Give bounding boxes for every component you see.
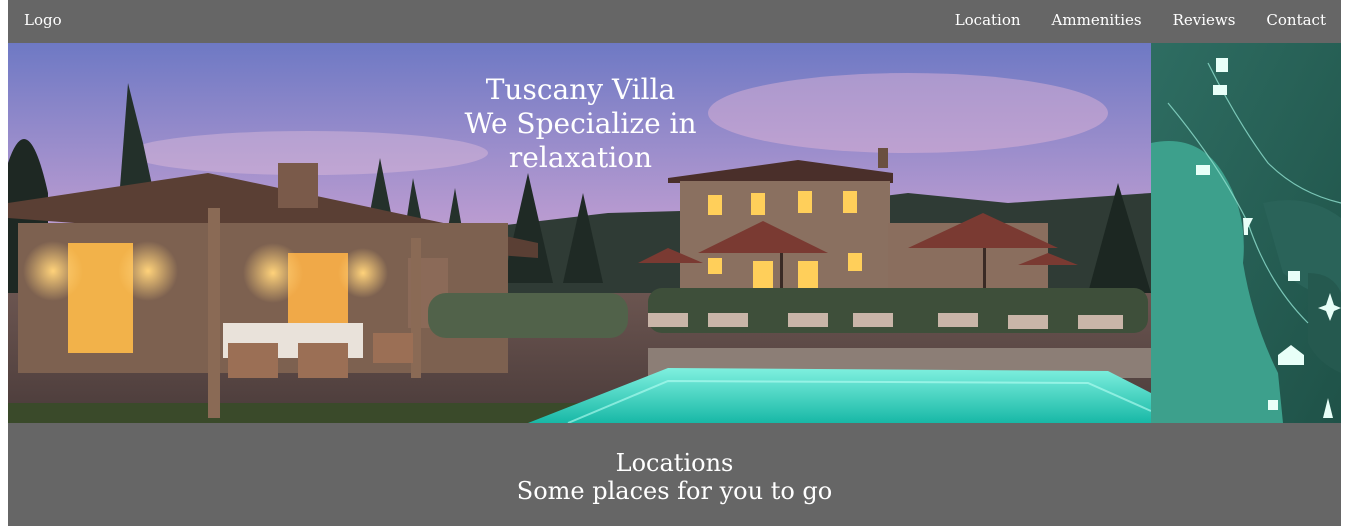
nav-link-reviews[interactable]: Reviews bbox=[1173, 11, 1236, 29]
hero-title: Tuscany Villa bbox=[485, 73, 676, 106]
hero-text: Tuscany Villa We Specialize in relaxatio… bbox=[418, 73, 743, 175]
nav-link-contact[interactable]: Contact bbox=[1266, 11, 1326, 29]
hero-subtitle: We Specialize in relaxation bbox=[464, 107, 697, 174]
logo[interactable]: Logo bbox=[24, 11, 62, 29]
locations-subtitle: Some places for you to go bbox=[516, 477, 833, 505]
locations-title: Locations bbox=[615, 449, 734, 477]
navbar: Logo Location Ammenities Reviews Contact bbox=[8, 0, 1341, 43]
nav-link-location[interactable]: Location bbox=[955, 11, 1021, 29]
locations-section: Locations Some places for you to go bbox=[8, 423, 1341, 526]
page: Logo Location Ammenities Reviews Contact bbox=[8, 0, 1341, 526]
hero-banner: Tuscany Villa We Specialize in relaxatio… bbox=[8, 43, 1341, 423]
nav-link-ammenities[interactable]: Ammenities bbox=[1052, 11, 1142, 29]
nav-links: Location Ammenities Reviews Contact bbox=[955, 11, 1326, 29]
